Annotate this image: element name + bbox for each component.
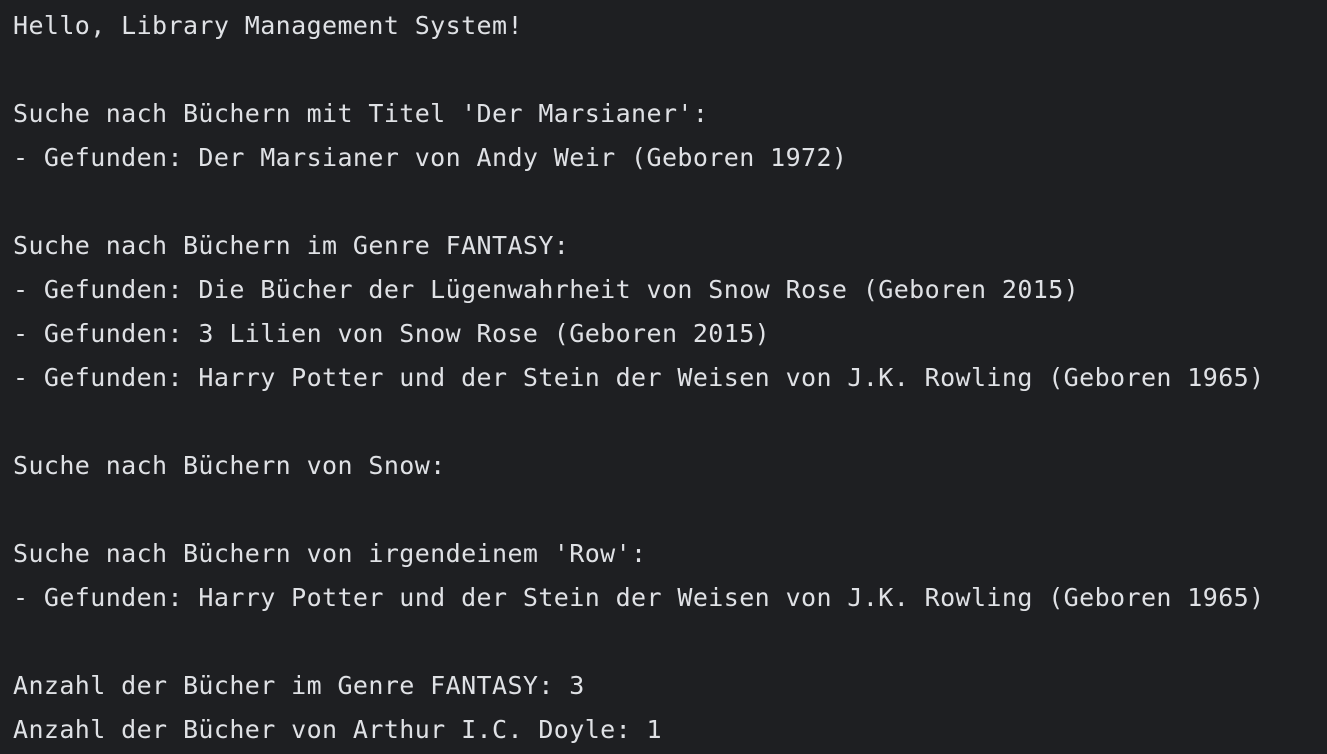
console-line-result: - Gefunden: Harry Potter und der Stein d… [13,363,1265,392]
console-line-author-search: Suche nach Büchern von Snow: [13,451,446,480]
console-line-author-count: Anzahl der Bücher von Arthur I.C. Doyle:… [13,715,662,744]
console-line-genre-count: Anzahl der Bücher im Genre FANTASY: 3 [13,671,585,700]
console-line-title-search: Suche nach Büchern mit Titel 'Der Marsia… [13,99,709,128]
console-line-genre-search: Suche nach Büchern im Genre FANTASY: [13,231,570,260]
console-line-result: - Gefunden: 3 Lilien von Snow Rose (Gebo… [13,319,771,348]
console-line-result: - Gefunden: Der Marsianer von Andy Weir … [13,143,848,172]
console-line-result: - Gefunden: Harry Potter und der Stein d… [13,583,1265,612]
console-output[interactable]: Hello, Library Management System! Suche … [0,0,1327,754]
console-line-partial-author-search: Suche nach Büchern von irgendeinem 'Row'… [13,539,647,568]
console-line-result: - Gefunden: Die Bücher der Lügenwahrheit… [13,275,1080,304]
console-line-greeting: Hello, Library Management System! [13,11,523,40]
